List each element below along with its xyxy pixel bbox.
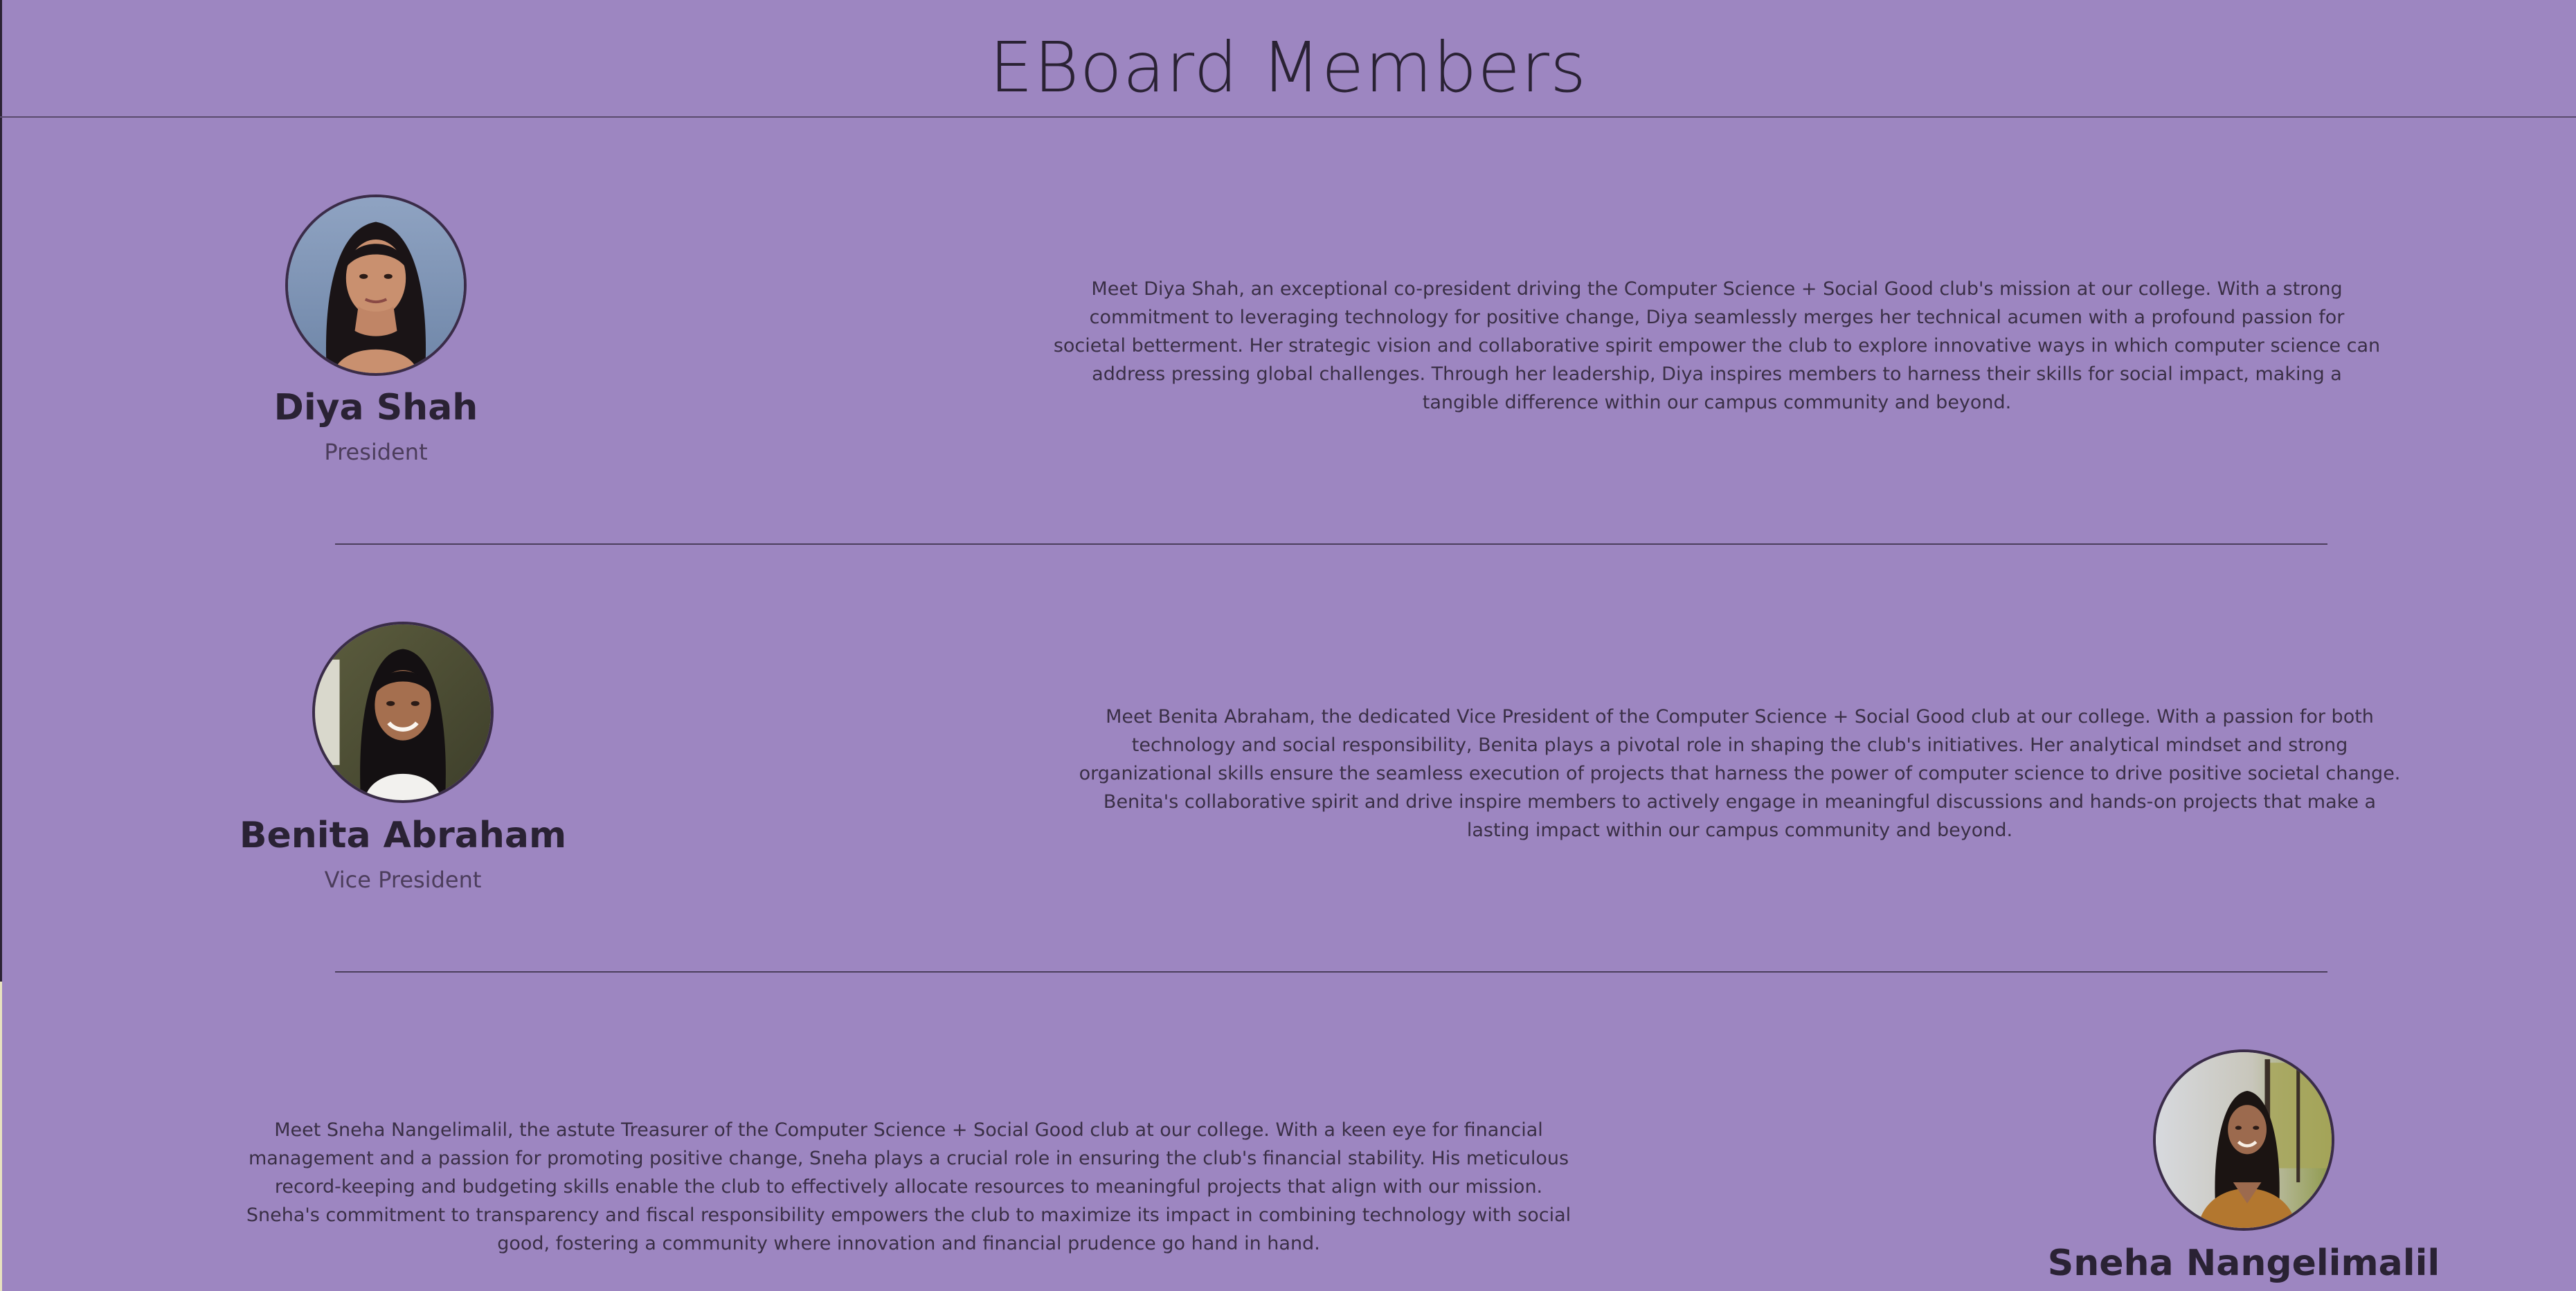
member-role: President: [324, 439, 428, 465]
member-bio: Meet Benita Abraham, the dedicated Vice …: [1079, 706, 2401, 841]
member-role: Vice President: [324, 867, 482, 893]
member-photo-benita-abraham: [312, 622, 494, 803]
page-title: EBoard Members: [989, 27, 1587, 108]
portrait-image-icon: [315, 624, 491, 800]
member-name: Diya Shah: [273, 387, 478, 428]
left-edge-bar: [0, 0, 2, 982]
page-header: EBoard Members: [0, 0, 2576, 118]
member-bio: Meet Diya Shah, an exceptional co-presid…: [1053, 278, 2381, 413]
section-divider: [335, 971, 2327, 973]
member-name: Sneha Nangelimalil: [2047, 1243, 2440, 1284]
member-name: Benita Abraham: [239, 815, 567, 856]
member-bio: Meet Sneha Nangelimalil, the astute Trea…: [246, 1119, 1571, 1254]
portrait-image-icon: [288, 197, 464, 373]
section-divider: [335, 543, 2327, 545]
member-photo-diya-shah: [285, 195, 467, 376]
left-edge-bar-light: [0, 982, 2, 1291]
portrait-image-icon: [2156, 1052, 2332, 1228]
member-photo-sneha-nangelimalil: [2153, 1049, 2334, 1231]
